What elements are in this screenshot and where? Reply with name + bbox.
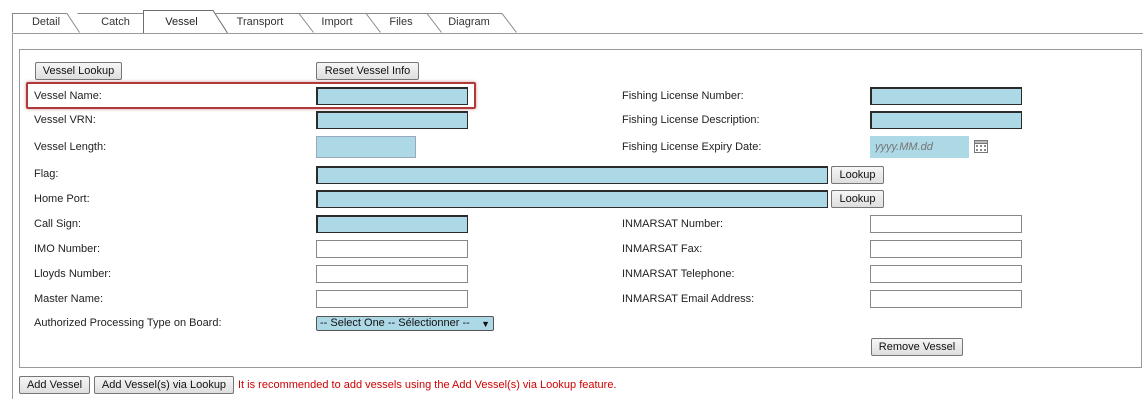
reset-vessel-info-button[interactable]: Reset Vessel Info [316, 62, 419, 80]
inmarsat-number-label: INMARSAT Number: [622, 218, 724, 230]
remove-vessel-button[interactable]: Remove Vessel [871, 338, 963, 356]
fishing-license-description-input[interactable] [870, 111, 1022, 129]
processing-type-select[interactable]: -- Select One -- Sélectionner -- ▼ [316, 316, 494, 331]
master-name-label: Master Name: [34, 293, 104, 305]
vessel-name-label: Vessel Name: [34, 90, 102, 102]
inmarsat-telephone-label: INMARSAT Telephone: [622, 268, 735, 280]
flag-lookup-button[interactable]: Lookup [831, 166, 884, 184]
flag-input[interactable] [316, 166, 828, 184]
tab-diagram[interactable]: Diagram [427, 12, 517, 33]
imo-number-label: IMO Number: [34, 243, 101, 255]
home-port-label: Home Port: [34, 193, 90, 205]
home-port-input[interactable] [316, 190, 828, 208]
inmarsat-fax-label: INMARSAT Fax: [622, 243, 703, 255]
vessel-vrn-input[interactable] [316, 111, 468, 129]
inmarsat-telephone-input[interactable] [870, 265, 1022, 283]
inmarsat-number-input[interactable] [870, 215, 1022, 233]
processing-type-selected-value: -- Select One -- Sélectionner -- [320, 317, 470, 329]
call-sign-input[interactable] [316, 215, 468, 233]
chevron-down-icon: ▼ [481, 319, 490, 329]
home-port-lookup-button[interactable]: Lookup [831, 190, 884, 208]
call-sign-label: Call Sign: [34, 218, 82, 230]
fishing-license-expiry-input[interactable] [870, 136, 969, 158]
fishing-license-description-label: Fishing License Description: [622, 114, 760, 126]
master-name-input[interactable] [316, 290, 468, 308]
vessel-length-input[interactable] [316, 136, 416, 158]
lloyds-number-label: Lloyds Number: [34, 268, 112, 280]
vessel-name-input[interactable] [316, 87, 468, 105]
add-vessels-via-lookup-button[interactable]: Add Vessel(s) via Lookup [94, 376, 234, 394]
tab-detail[interactable]: Detail [12, 12, 80, 33]
inmarsat-fax-input[interactable] [870, 240, 1022, 258]
vessel-length-label: Vessel Length: [34, 141, 107, 153]
vessel-vrn-label: Vessel VRN: [34, 114, 96, 126]
fishing-license-expiry-label: Fishing License Expiry Date: [622, 141, 762, 153]
flag-label: Flag: [34, 168, 59, 180]
add-vessel-button[interactable]: Add Vessel [19, 376, 90, 394]
recommendation-note: It is recommended to add vessels using t… [238, 379, 617, 391]
inmarsat-email-label: INMARSAT Email Address: [622, 293, 755, 305]
fishing-license-number-input[interactable] [870, 87, 1022, 105]
authorized-processing-label: Authorized Processing Type on Board: [34, 317, 222, 329]
vessel-lookup-button[interactable]: Vessel Lookup [35, 62, 122, 80]
fishing-license-number-label: Fishing License Number: [622, 90, 744, 102]
tab-bar: Detail Catch Vessel Transport Import Fil… [12, 10, 532, 34]
calendar-icon[interactable] [974, 140, 988, 153]
inmarsat-email-input[interactable] [870, 290, 1022, 308]
lloyds-number-input[interactable] [316, 265, 468, 283]
imo-number-input[interactable] [316, 240, 468, 258]
